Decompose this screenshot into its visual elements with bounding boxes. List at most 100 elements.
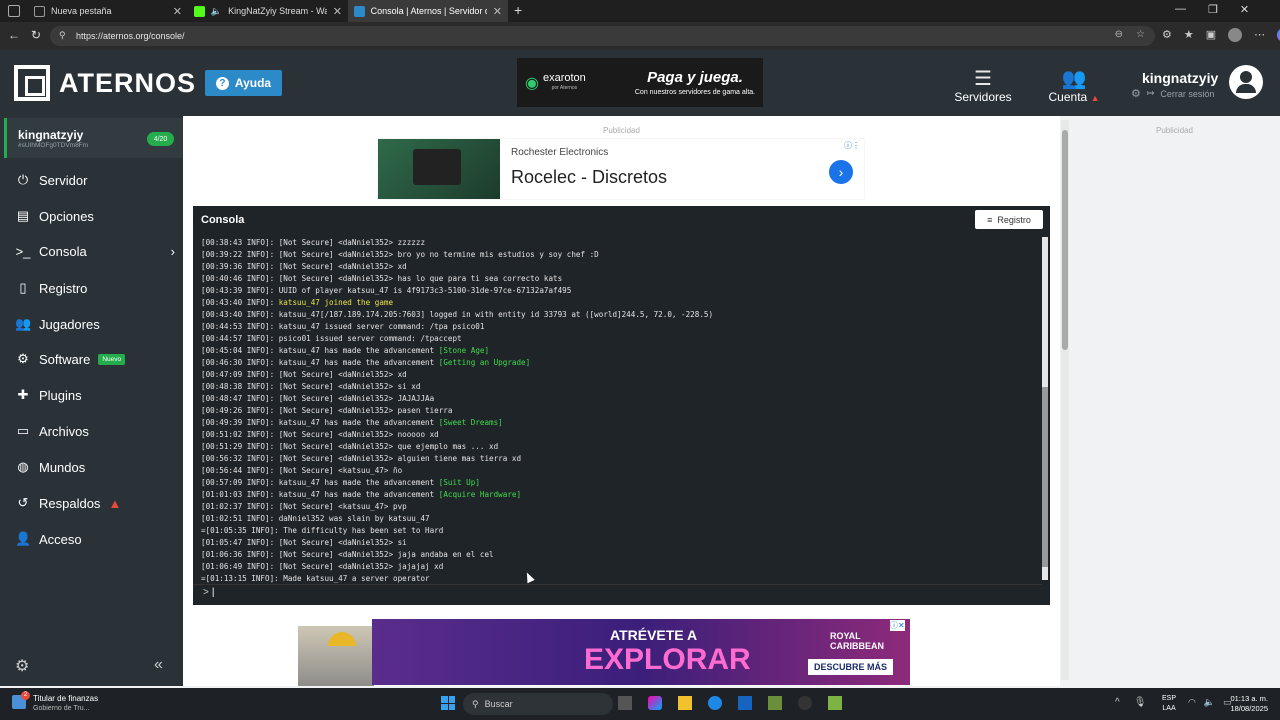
site-info-icon[interactable]: ⚲ (59, 30, 66, 41)
extensions-icon[interactable]: ⚙ (1162, 28, 1172, 42)
collections-icon[interactable]: ▣ (1206, 28, 1216, 42)
sidebar-item-archivos[interactable]: ▭ Archivos (15, 423, 175, 439)
volume-icon[interactable]: 🔈 (1204, 697, 1215, 708)
workspace-icon[interactable] (8, 5, 20, 17)
close-icon[interactable]: ✕ (333, 5, 342, 18)
edge-icon[interactable] (708, 696, 722, 710)
tab-stream[interactable]: 🔈 KingNatZyiy Stream - Watch ✕ (188, 0, 348, 22)
exaroton-ad[interactable]: ◉ exaroton por Aternos Paga y juega. Con… (517, 58, 763, 107)
sidebar-item-plugins[interactable]: ✚ Plugins (15, 387, 175, 403)
archive-icon: ↺ (17, 495, 29, 510)
clock[interactable]: 01:13 a. m. 18/08/2025 (1224, 694, 1268, 714)
logo-text: ATERNOS (59, 67, 197, 98)
sidebar-item-respaldos[interactable]: ↺ Respaldos ▲ (15, 495, 175, 511)
console-line: [01:06:36 INFO]: [Not Secure] <daNniel35… (201, 549, 1031, 561)
reader-icon[interactable]: ⊖ (1115, 29, 1123, 40)
ad-brand: exaroton (542, 71, 586, 84)
file-explorer-icon[interactable] (678, 696, 692, 710)
console-panel: Consola ≡ Registro [00:38:43 INFO]: [Not… (193, 206, 1050, 605)
close-icon[interactable]: ✕ (493, 5, 502, 18)
sidebar-item-consola[interactable]: >_ Consola › (15, 244, 175, 259)
logout-link[interactable]: ⚙ ↦ Cerrar sesión (1131, 87, 1214, 100)
tab-console[interactable]: Consola | Aternos | Servidor de M ✕ (348, 0, 508, 22)
sidebar-item-servidor[interactable]: ⏻ Servidor (15, 172, 175, 188)
help-button[interactable]: ? Ayuda (205, 70, 282, 96)
avatar[interactable] (1229, 65, 1263, 99)
news-title[interactable]: Titular de finanzas (33, 694, 98, 703)
language-indicator[interactable]: ESP LAA (1162, 694, 1176, 714)
ad-arrow-icon[interactable]: › (829, 160, 853, 184)
collapse-sidebar-icon[interactable]: « (154, 656, 163, 674)
console-line-text: [00:39:36 INFO]: [Not Secure] <daNniel35… (201, 262, 407, 271)
question-icon: ? (215, 76, 229, 90)
app-icon[interactable] (798, 696, 812, 710)
minecraft-icon[interactable] (768, 696, 782, 710)
favorite-icon[interactable]: ☆ (1136, 29, 1145, 40)
sidebar-item-label: Jugadores (39, 316, 100, 332)
sidebar-item-opciones[interactable]: ▤ Opciones (15, 208, 175, 224)
sidebar-item-jugadores[interactable]: 👥 Jugadores (15, 316, 175, 332)
console-line: [00:51:29 INFO]: [Not Secure] <daNniel35… (201, 441, 1031, 453)
console-advancement: [Suit Up] (438, 478, 480, 487)
tab-new[interactable]: Nueva pestaña ✕ (28, 0, 188, 22)
close-icon[interactable]: ✕ (173, 5, 182, 18)
task-view-icon[interactable] (618, 696, 632, 710)
profile-icon[interactable] (1228, 28, 1243, 42)
store-icon[interactable] (738, 696, 752, 710)
ad-label: Publicidad (603, 126, 640, 135)
account-nav[interactable]: 👥 Cuenta ▲ (1046, 66, 1102, 104)
logout-label: Cerrar sesión (1160, 88, 1215, 99)
back-icon[interactable]: ← (8, 28, 20, 42)
rochester-ad[interactable]: Rochester Electronics Rocelec - Discreto… (378, 139, 864, 199)
console-line: [01:02:51 INFO]: daNniel352 was slain by… (201, 513, 1031, 525)
console-line-text: [01:02:51 INFO]: daNniel352 was slain by… (201, 514, 430, 523)
windows-start-icon[interactable] (441, 696, 455, 710)
console-scrollbar[interactable] (1042, 237, 1048, 580)
console-advancement: [Acquire Hardware] (438, 490, 522, 499)
console-line: =[01:05:35 INFO]: The difficulty has bee… (201, 525, 1031, 537)
news-badge: 2 (21, 691, 30, 700)
console-line-text: [01:01:03 INFO]: katsuu_47 has made the … (201, 490, 439, 499)
console-line-text: [00:57:09 INFO]: katsuu_47 has made the … (201, 478, 439, 487)
console-prompt[interactable]: > | (203, 587, 214, 598)
minimize-icon[interactable]: — (1175, 3, 1186, 16)
reload-icon[interactable]: ↻ (31, 28, 41, 42)
ad-info-icon[interactable]: ⓘ⋮ (844, 140, 860, 151)
microphone-icon[interactable]: 🎙 (1134, 697, 1147, 708)
sidebar-item-registro[interactable]: ▯ Registro (15, 280, 175, 296)
taskbar-search[interactable]: ⚲ Buscar (463, 693, 613, 715)
speaker-icon[interactable]: 🔈 (211, 6, 222, 17)
sidebar-item-software[interactable]: ⚙ Software Nuevo (15, 351, 175, 367)
sidebar-item-label: Servidor (39, 172, 88, 188)
close-window-icon[interactable]: ✕ (1240, 3, 1249, 16)
chevron-up-icon[interactable]: ^ (1115, 697, 1120, 708)
servers-icon: ☰ (974, 68, 992, 90)
copilot-app-icon[interactable] (648, 696, 662, 710)
page-scrollbar[interactable] (1061, 120, 1069, 680)
game-icon[interactable] (828, 696, 842, 710)
sidebar-item-label: Registro (39, 280, 88, 296)
royal-caribbean-ad[interactable]: ATRÉVETE A EXPLORAR ROYAL CARIBBEAN DESC… (372, 619, 910, 685)
tab-title: KingNatZyiy Stream - Watch (228, 6, 327, 16)
ad-brand-sub: por Aternos (551, 84, 578, 91)
sidebar-item-mundos[interactable]: ◍ Mundos (15, 459, 175, 475)
servers-label: Servidores (954, 90, 1012, 104)
server-card[interactable]: kingnatzyiy #sUIhMOFg0TDVm8Fm 4/20 (4, 118, 183, 158)
new-tab-icon[interactable]: + (514, 2, 522, 18)
sidebar-item-label: Plugins (39, 387, 82, 403)
url-field[interactable]: ⚲ https://aternos.org/console/ ⊖ ☆ (50, 26, 1155, 46)
aternos-logo[interactable]: ATERNOS (14, 65, 196, 101)
wifi-icon[interactable]: ◠ (1188, 697, 1196, 708)
more-icon[interactable]: ⋯ (1254, 28, 1265, 42)
servers-nav[interactable]: ☰ Servidores (953, 66, 1013, 104)
ad-cta-button[interactable]: DESCUBRE MÁS (808, 659, 894, 675)
sidebar-item-acceso[interactable]: 👤 Acceso (15, 531, 175, 547)
maximize-icon[interactable]: ❐ (1208, 3, 1218, 16)
console-line-text: [00:38:43 INFO]: [Not Secure] <daNniel35… (201, 238, 426, 247)
favorites-icon[interactable]: ★ (1184, 28, 1194, 42)
lang2: LAA (1162, 705, 1176, 712)
ad-info-icon[interactable]: ⓘ✕ (890, 620, 905, 631)
settings-gear-icon[interactable]: ⚙ (15, 656, 29, 676)
gear-icon[interactable]: ⚙ (1131, 87, 1141, 100)
log-button[interactable]: ≡ Registro (975, 210, 1043, 229)
